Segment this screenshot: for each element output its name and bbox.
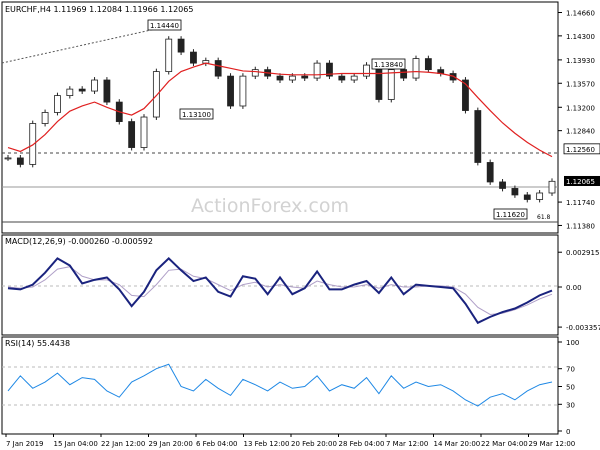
rsi-axis-tick: 70 <box>566 366 575 374</box>
time-axis-tick: 28 Feb 04:00 <box>339 440 385 448</box>
price-candle <box>548 180 556 194</box>
price-annotation: 1.11620 <box>496 211 525 219</box>
price-candle <box>29 123 37 165</box>
rsi-axis-tick: 50 <box>566 384 575 392</box>
price-candle <box>338 75 346 81</box>
price-candle <box>301 75 309 79</box>
time-axis-tick: 14 Mar 20:00 <box>434 440 481 448</box>
rsi-panel <box>1 336 559 435</box>
fib-label: 61.8 <box>537 214 551 221</box>
time-axis-tick: 20 Feb 20:00 <box>291 440 337 448</box>
price-candle <box>363 64 370 77</box>
price-candle <box>350 75 358 81</box>
price-axis-tick: 1.12560 <box>566 146 595 154</box>
time-axis-tick: 7 Jan 2019 <box>6 440 44 448</box>
price-axis-tick: 1.13200 <box>566 104 595 112</box>
price-candle <box>128 121 136 148</box>
price-candle <box>511 188 519 196</box>
price-axis-tick: 1.11740 <box>566 199 595 207</box>
price-candle <box>412 58 420 79</box>
price-candle <box>474 110 482 163</box>
watermark: ActionForex.com <box>191 195 349 217</box>
price-candle <box>54 95 61 113</box>
price-candle <box>66 88 74 96</box>
price-axis-tick: 1.12840 <box>566 128 595 136</box>
price-axis-tick: 1.11380 <box>566 222 595 230</box>
price-candle <box>239 75 247 107</box>
rsi-axis-tick: 100 <box>566 339 579 347</box>
time-axis-tick: 22 Jan 12:00 <box>101 440 145 448</box>
price-candle <box>486 162 494 183</box>
time-axis-tick: 22 Mar 04:00 <box>481 440 528 448</box>
macd-panel-title: MACD(12,26,9) -0.000260 -0.000592 <box>5 237 153 246</box>
time-axis-tick: 7 Mar 12:00 <box>386 440 428 448</box>
price-candle <box>424 58 432 71</box>
rsi-axis-tick: 30 <box>566 401 575 409</box>
eurchf-h4-chart: EURCHF,H4 1.11969 1.12084 1.11966 1.1206… <box>1 1 600 448</box>
price-candle <box>288 75 296 81</box>
price-axis-tick: 1.13930 <box>566 57 595 65</box>
time-axis-tick: 6 Feb 04:00 <box>196 440 237 448</box>
price-candle <box>41 112 49 124</box>
price-axis-tick: 1.13570 <box>566 80 595 88</box>
macd-axis-tick: 0.00 <box>566 284 582 292</box>
price-candle <box>387 69 395 100</box>
price-candle <box>214 60 222 77</box>
price-axis-tick: 1.14660 <box>566 9 595 17</box>
price-candle <box>227 75 234 107</box>
price-candle <box>78 88 86 92</box>
price-candle <box>152 71 160 118</box>
rsi-axis-tick: 0 <box>566 428 570 436</box>
price-candle <box>251 69 259 77</box>
time-axis-tick: 15 Jan 04:00 <box>54 440 98 448</box>
price-annotation: 1.13100 <box>182 111 211 119</box>
price-candle <box>536 192 544 200</box>
rsi-panel-title: RSI(14) 55.4438 <box>5 339 70 348</box>
price-candle <box>400 69 408 79</box>
price-candle <box>523 194 531 200</box>
time-axis-tick: 29 Mar 12:00 <box>529 440 576 448</box>
price-annotation: 1.13840 <box>374 61 403 69</box>
macd-axis-tick: 0.002915 <box>566 249 599 257</box>
price-candle <box>103 79 111 103</box>
time-axis-tick: 29 Jan 20:00 <box>149 440 193 448</box>
price-annotation: 1.14440 <box>150 22 179 30</box>
price-axis-tick: 1.12065 <box>566 178 595 186</box>
price-candle <box>165 38 173 72</box>
price-candle <box>140 116 148 148</box>
price-candle <box>177 38 185 53</box>
price-candle <box>16 157 24 165</box>
price-candle <box>276 75 284 81</box>
price-candle <box>190 51 197 64</box>
price-candle <box>375 64 383 100</box>
macd-axis-tick: -0.003357 <box>566 324 600 332</box>
price-candle <box>313 62 321 79</box>
time-axis-tick: 13 Feb 12:00 <box>244 440 290 448</box>
price-candle <box>91 79 98 92</box>
price-candle <box>4 157 12 160</box>
price-panel-title: EURCHF,H4 1.11969 1.12084 1.11966 1.1206… <box>5 5 193 14</box>
price-axis-tick: 1.14300 <box>566 33 595 41</box>
price-candle <box>499 181 506 189</box>
